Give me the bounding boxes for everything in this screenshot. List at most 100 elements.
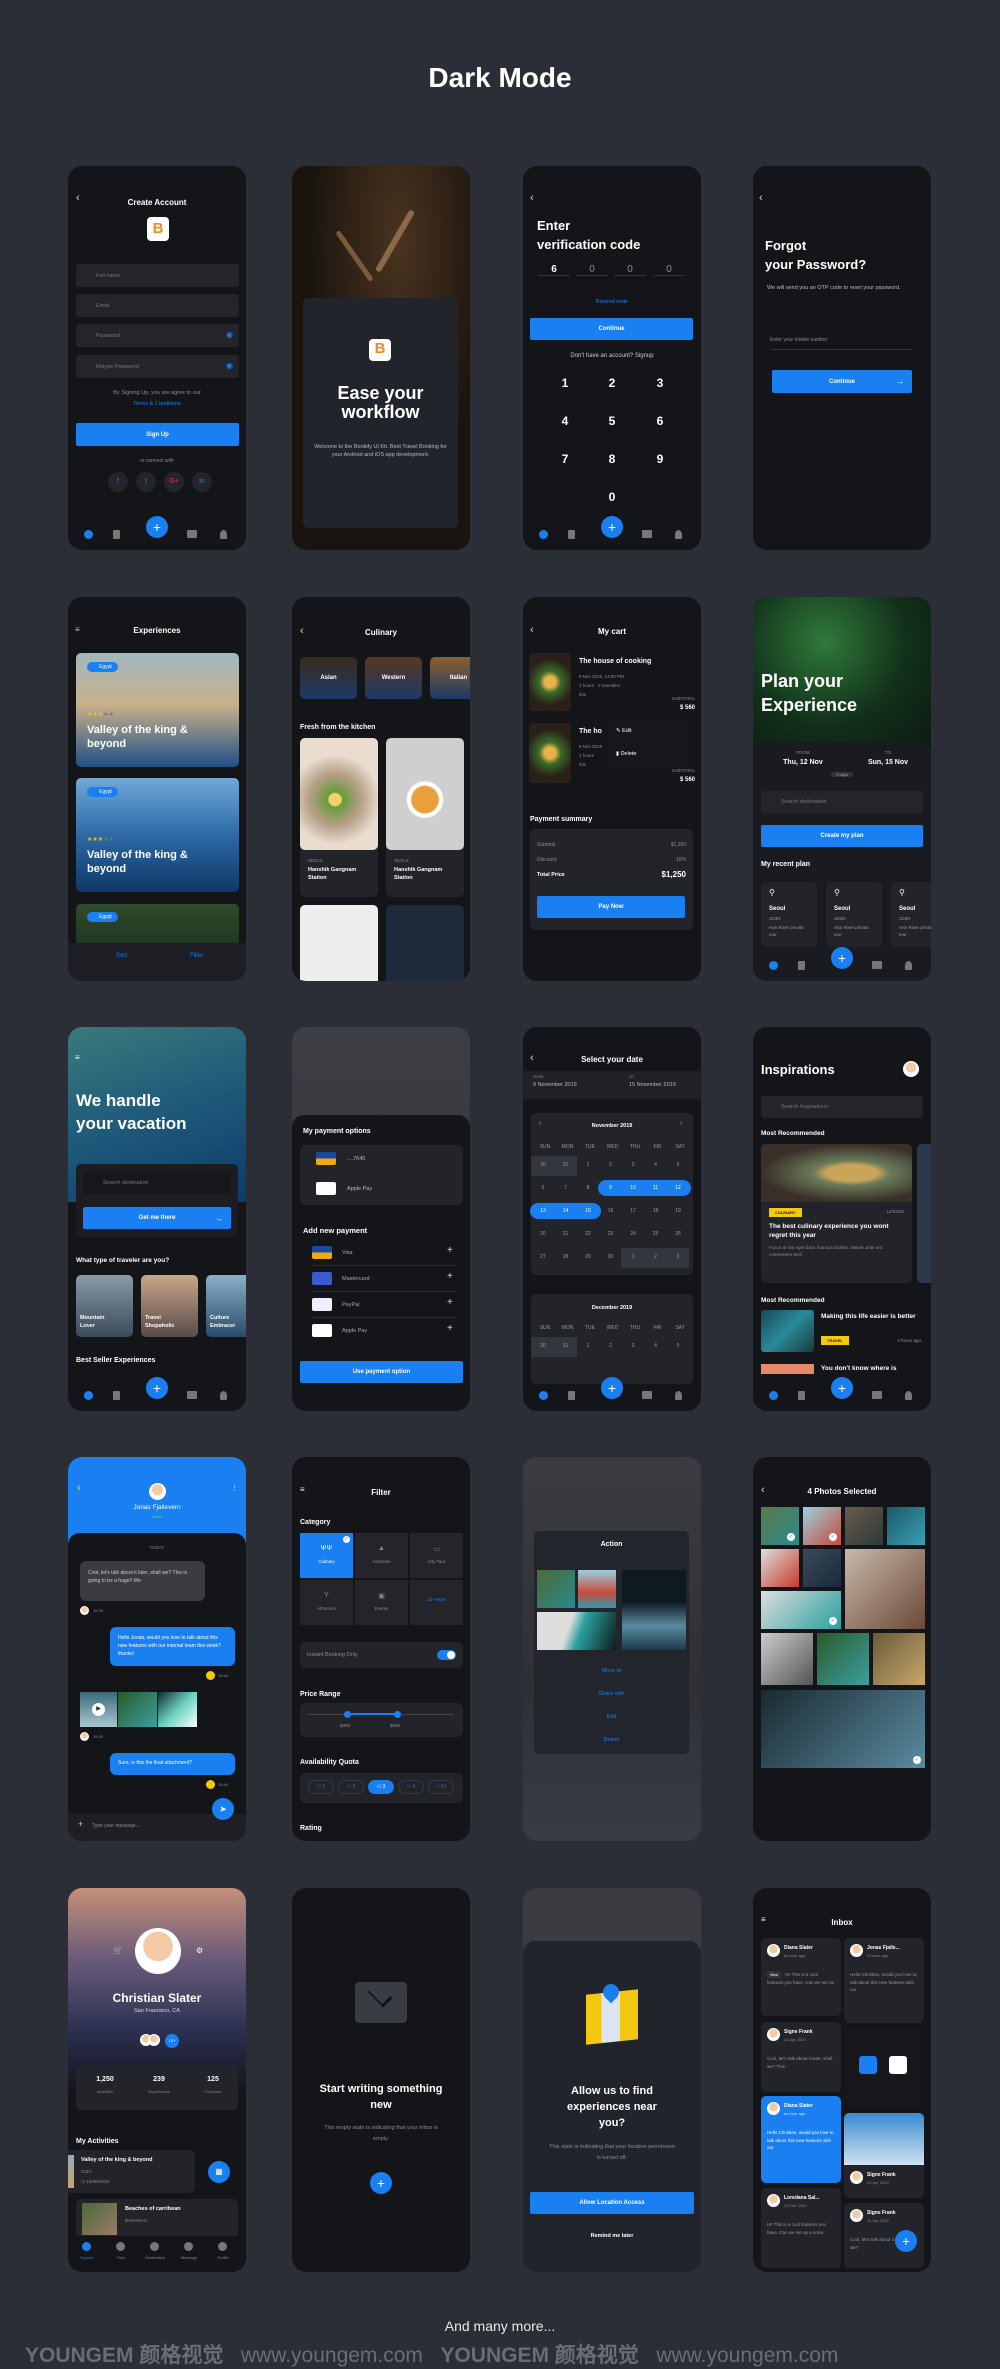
remind-later-button[interactable]: Remind me later	[523, 2233, 701, 2239]
allow-location-button[interactable]: Allow Location Access	[530, 2192, 694, 2214]
category-western[interactable]: Western	[365, 657, 422, 699]
experience-card[interactable]: Egypt ★★★★★ Valley of the king & beyond	[76, 778, 239, 892]
keypad-key[interactable]: 6	[653, 414, 667, 428]
compass-icon[interactable]	[539, 530, 548, 539]
play-icon[interactable]: ▶	[92, 1703, 105, 1716]
message-card[interactable]: Jonas Fjalle... 3 hours ago Hello Christia…	[844, 1938, 924, 2023]
calendar-day[interactable]: 4	[646, 1343, 666, 1349]
add-attachment-icon[interactable]: +	[78, 1819, 83, 1829]
activity-card[interactable]: Valley of the king & beyond GIZA ◷ 10/08…	[68, 2150, 195, 2193]
quota-chip[interactable]: ⚇ 4	[398, 1780, 424, 1794]
calendar-day[interactable]: 18	[646, 1208, 666, 1214]
calendar-day[interactable]: 2	[646, 1254, 666, 1260]
sign-up-button[interactable]: Sign Up	[76, 423, 239, 446]
keypad-key[interactable]: 4	[558, 414, 572, 428]
category-23-more[interactable]: 23+ More	[410, 1580, 463, 1625]
calendar-day[interactable]: 1	[578, 1162, 598, 1168]
calendar-day[interactable]: 10	[623, 1185, 643, 1191]
calendar-day[interactable]: 7	[556, 1185, 576, 1191]
use-payment-button[interactable]: Use payment option	[300, 1361, 463, 1383]
email-input[interactable]: Email	[76, 294, 239, 317]
activity-card[interactable]: Beaches of carribean BAHAMAS	[76, 2199, 238, 2239]
full-name-input[interactable]: Full name	[76, 264, 239, 287]
compass-icon[interactable]	[539, 1391, 548, 1400]
more-icon[interactable]: ⋮	[231, 1484, 238, 1492]
google-button[interactable]: G+	[164, 472, 184, 492]
category-italian[interactable]: Italian	[430, 657, 470, 699]
add-button[interactable]: +	[601, 516, 623, 538]
photo-thumb[interactable]: ✓	[761, 1591, 841, 1629]
calendar-day[interactable]: 28	[556, 1254, 576, 1260]
trips-icon[interactable]	[113, 1391, 120, 1400]
nav-label-destination[interactable]: Destination	[138, 2255, 172, 2260]
calendar-day[interactable]: 17	[623, 1208, 643, 1214]
resend-code-link[interactable]: Resend code	[523, 299, 701, 305]
add-button[interactable]: +	[146, 1377, 168, 1399]
trips-icon[interactable]	[798, 1391, 805, 1400]
add-button[interactable]: +	[146, 516, 168, 538]
trips-icon[interactable]	[116, 2242, 125, 2251]
settings-icon[interactable]: ⚙	[196, 1946, 203, 1955]
image-attachment[interactable]	[118, 1692, 157, 1727]
category-culinary[interactable]: ΨΨ Culinary ✓	[300, 1533, 353, 1578]
photo-thumb[interactable]: ✓	[803, 1507, 841, 1545]
filter-button[interactable]: Filter	[190, 953, 203, 959]
article-title[interactable]: Making this life easier is better	[821, 1312, 921, 1321]
keypad-key[interactable]: 5	[605, 414, 619, 428]
message-icon[interactable]	[642, 530, 652, 538]
destination-icon[interactable]	[150, 2242, 159, 2251]
retype-password-input[interactable]: Retype Password	[76, 355, 239, 378]
nav-label-profile[interactable]: Profile	[206, 2255, 240, 2260]
nav-label-trips[interactable]: Trips	[104, 2255, 138, 2260]
category-asian[interactable]: Asian	[300, 657, 357, 699]
eye-off-icon[interactable]: ◉	[226, 330, 233, 339]
calendar-day[interactable]: 24	[623, 1231, 643, 1237]
avatar[interactable]	[903, 1061, 919, 1077]
category-city-tour[interactable]: ▭ City Tour	[410, 1533, 463, 1578]
calendar-day[interactable]: 5	[668, 1162, 688, 1168]
calendar-day[interactable]: 30	[601, 1254, 621, 1260]
photo-thumb[interactable]	[578, 1570, 616, 1608]
traveler-type-card[interactable]: Mountain Lover	[76, 1275, 133, 1337]
quota-chip[interactable]: ⚇ 1	[308, 1780, 334, 1794]
trips-icon[interactable]	[568, 1391, 575, 1400]
food-card[interactable]	[300, 905, 378, 981]
edit-option[interactable]: Edit	[534, 1714, 689, 1720]
food-card[interactable]: SEOUL Hanshik Gangnam Station	[386, 738, 464, 897]
mobile-number-input[interactable]: Enter your mobile number	[770, 337, 912, 350]
keypad-key[interactable]: 8	[605, 452, 619, 466]
compose-button[interactable]: +	[895, 2230, 917, 2252]
calendar-day[interactable]: 13	[533, 1208, 553, 1214]
profile-icon[interactable]	[675, 1391, 682, 1400]
get-me-there-button[interactable]: Get me there →	[83, 1207, 231, 1229]
create-plan-button[interactable]: Create my plan	[761, 825, 923, 847]
compass-icon[interactable]	[769, 1391, 778, 1400]
add-icon[interactable]: +	[447, 1271, 453, 1282]
message-icon[interactable]	[184, 2242, 193, 2251]
sort-button[interactable]: Sort	[116, 953, 127, 959]
keypad-key[interactable]: 9	[653, 452, 667, 466]
calendar-day[interactable]: 31	[556, 1162, 576, 1168]
code-digit[interactable]: 6	[538, 264, 570, 276]
from-date[interactable]: 9 November 2019	[533, 1082, 577, 1088]
calendar-day[interactable]: 6	[533, 1185, 553, 1191]
calendar-day[interactable]: 3	[668, 1254, 688, 1260]
food-card[interactable]: SEOUL Hanshik Gangnam Station	[300, 738, 378, 897]
quota-chip[interactable]: ⚇ 2	[338, 1780, 364, 1794]
compass-icon[interactable]	[84, 530, 93, 539]
photo-thumb[interactable]	[761, 1633, 813, 1685]
trips-icon[interactable]	[113, 530, 120, 539]
trips-icon[interactable]	[798, 961, 805, 970]
back-icon[interactable]: ‹	[530, 192, 534, 204]
calendar-day[interactable]: 8	[578, 1185, 598, 1191]
signup-link[interactable]: Don't have an account? Signup	[523, 353, 701, 359]
photo-thumb[interactable]: ✓	[761, 1507, 799, 1545]
keypad-key[interactable]: 3	[653, 376, 667, 390]
calendar-day[interactable]: 1	[578, 1343, 598, 1349]
message-card[interactable]: Diana Slater an hour ago New Hi! This is a …	[761, 1938, 841, 2016]
message-card[interactable]: Diana Slater an hour ago Hello Christian, …	[761, 2096, 841, 2183]
recommended-card[interactable]: CULINARY 12/02/20 The best culinary expe…	[761, 1144, 912, 1283]
calendar-day[interactable]: 11	[646, 1185, 666, 1191]
calendar-day[interactable]: 29	[578, 1254, 598, 1260]
message-card[interactable]: Signe Frank 23 Apr 2020 Cool, let's talk a…	[761, 2022, 841, 2092]
